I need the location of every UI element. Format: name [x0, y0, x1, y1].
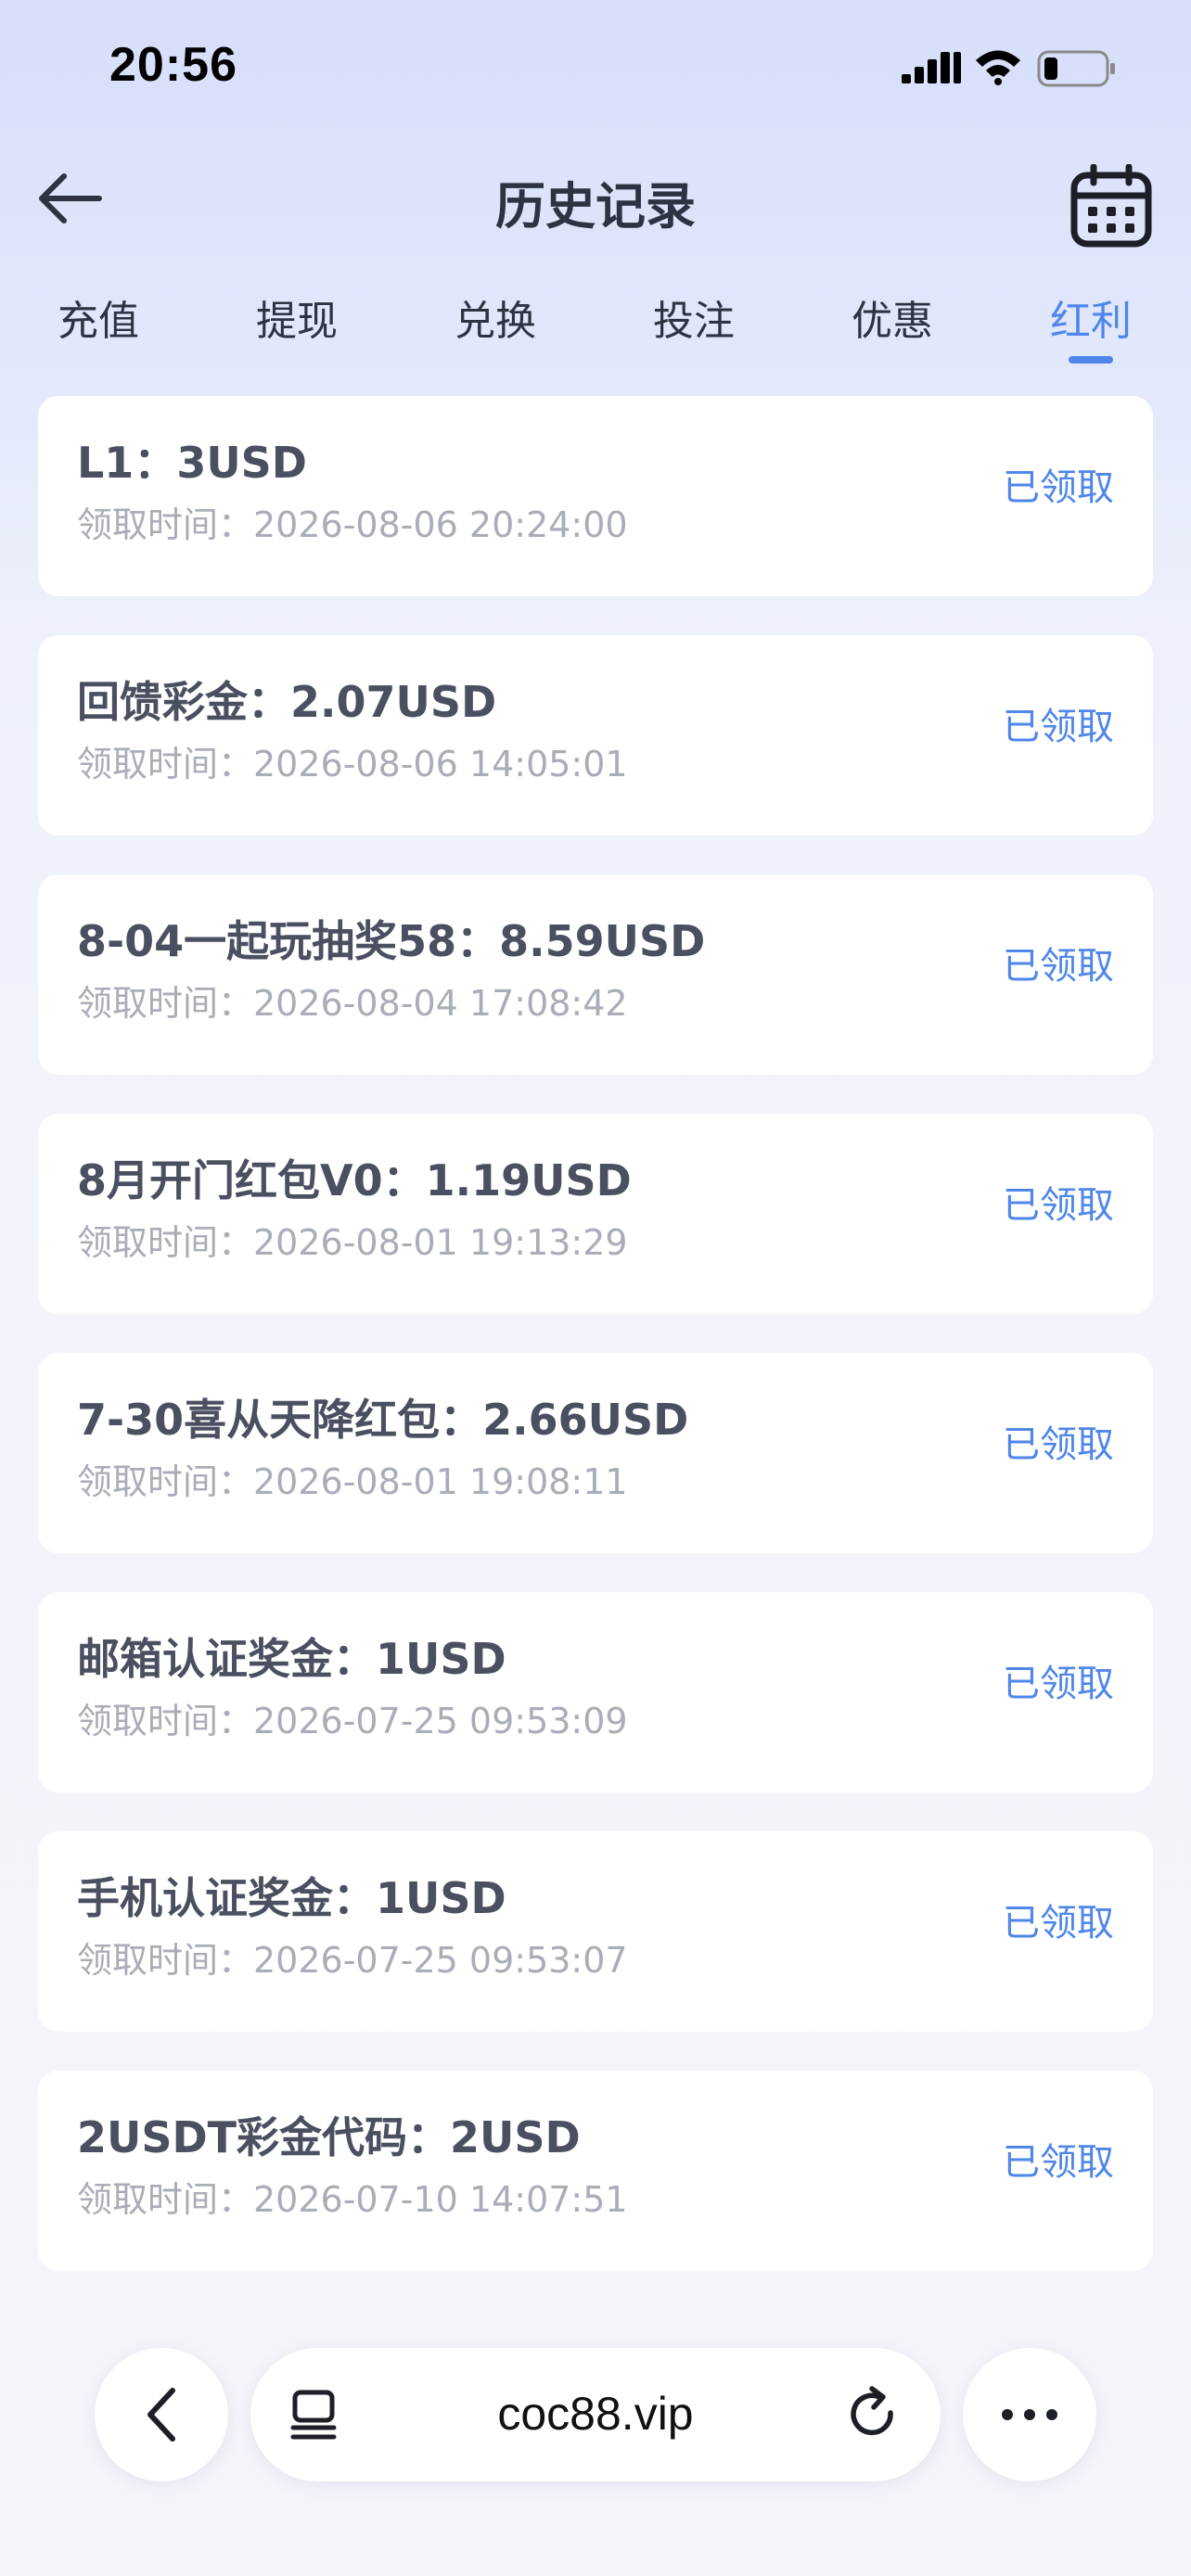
record-title: 回馈彩金：2.07USD — [77, 677, 497, 727]
reload-icon[interactable] — [844, 2385, 903, 2444]
url-text: coc88.vip — [497, 2388, 694, 2440]
wifi-icon — [976, 50, 1020, 85]
record-status: 已领取 — [1003, 1423, 1114, 1466]
record-list: L1：3USD 领取时间：2026-08-06 20:24:00 已领取 回馈彩… — [38, 396, 1153, 2310]
calendar-icon — [1070, 164, 1152, 248]
record-title: 手机认证奖金：1USD — [77, 1873, 506, 1923]
tab-exchange[interactable]: 兑换 — [421, 287, 570, 347]
record-title: 8-04一起玩抽奖58：8.59USD — [77, 916, 706, 966]
status-bar: 20:56 — [0, 0, 1191, 130]
browser-toolbar: coc88.vip — [0, 2337, 1191, 2494]
battery-low-icon — [1037, 50, 1115, 87]
browser-back-button[interactable] — [95, 2348, 228, 2481]
record-card: 7-30喜从天降红包：2.66USD 领取时间：2026-08-01 19:08… — [38, 1353, 1153, 1553]
nav-bar: 历史记录 — [0, 148, 1191, 250]
status-time: 20:56 — [109, 38, 237, 92]
record-time: 领取时间：2026-08-01 19:08:11 — [77, 1461, 628, 1502]
record-time: 领取时间：2026-08-06 14:05:01 — [77, 744, 628, 784]
record-title: L1：3USD — [77, 438, 307, 488]
tab-promotion[interactable]: 优惠 — [818, 287, 967, 347]
record-time: 领取时间：2026-08-06 20:24:00 — [77, 504, 628, 545]
record-card: L1：3USD 领取时间：2026-08-06 20:24:00 已领取 — [38, 396, 1153, 596]
tab-recharge[interactable]: 充值 — [24, 287, 173, 347]
record-status: 已领取 — [1003, 706, 1114, 748]
tab-bonus[interactable]: 红利 — [1017, 287, 1165, 347]
tab-bet[interactable]: 投注 — [620, 287, 768, 347]
record-title: 7-30喜从天降红包：2.66USD — [77, 1395, 689, 1445]
chevron-left-icon — [147, 2388, 175, 2442]
record-status: 已领取 — [1003, 1663, 1114, 1705]
record-status: 已领取 — [1003, 1184, 1114, 1227]
record-status: 已领取 — [1003, 1902, 1114, 1945]
cellular-signal-icon — [902, 52, 961, 83]
record-card: 手机认证奖金：1USD 领取时间：2026-07-25 09:53:07 已领取 — [38, 1831, 1153, 2032]
active-tab-indicator — [1069, 356, 1113, 363]
record-time: 领取时间：2026-07-10 14:07:51 — [77, 2179, 628, 2220]
record-time: 领取时间：2026-07-25 09:53:09 — [77, 1701, 628, 1741]
record-title: 邮箱认证奖金：1USD — [77, 1634, 506, 1684]
more-button[interactable] — [963, 2348, 1096, 2481]
record-card: 2USDT彩金代码：2USD 领取时间：2026-07-10 14:07:51 … — [38, 2071, 1153, 2271]
calendar-button[interactable] — [1067, 161, 1156, 250]
record-status: 已领取 — [1003, 2141, 1114, 2184]
more-dots-icon — [1002, 2409, 1057, 2420]
record-card: 8-04一起玩抽奖58：8.59USD 领取时间：2026-08-04 17:0… — [38, 874, 1153, 1075]
record-card: 回馈彩金：2.07USD 领取时间：2026-08-06 14:05:01 已领… — [38, 635, 1153, 835]
record-time: 领取时间：2026-08-01 19:13:29 — [77, 1222, 628, 1263]
record-title: 8月开门红包V0：1.19USD — [77, 1155, 632, 1205]
page-title: 历史记录 — [495, 177, 696, 236]
record-time: 领取时间：2026-08-04 17:08:42 — [77, 983, 628, 1024]
tab-withdraw[interactable]: 提现 — [223, 287, 371, 347]
record-card: 8月开门红包V0：1.19USD 领取时间：2026-08-01 19:13:2… — [38, 1114, 1153, 1314]
tab-bar: 充值 提现 兑换 投注 优惠 红利 — [0, 278, 1191, 363]
record-status: 已领取 — [1003, 466, 1114, 509]
record-card: 邮箱认证奖金：1USD 领取时间：2026-07-25 09:53:09 已领取 — [38, 1592, 1153, 1792]
record-title: 2USDT彩金代码：2USD — [77, 2112, 581, 2162]
url-bar[interactable]: coc88.vip — [250, 2348, 941, 2481]
record-status: 已领取 — [1003, 945, 1114, 988]
record-time: 领取时间：2026-07-25 09:53:07 — [77, 1940, 628, 1981]
